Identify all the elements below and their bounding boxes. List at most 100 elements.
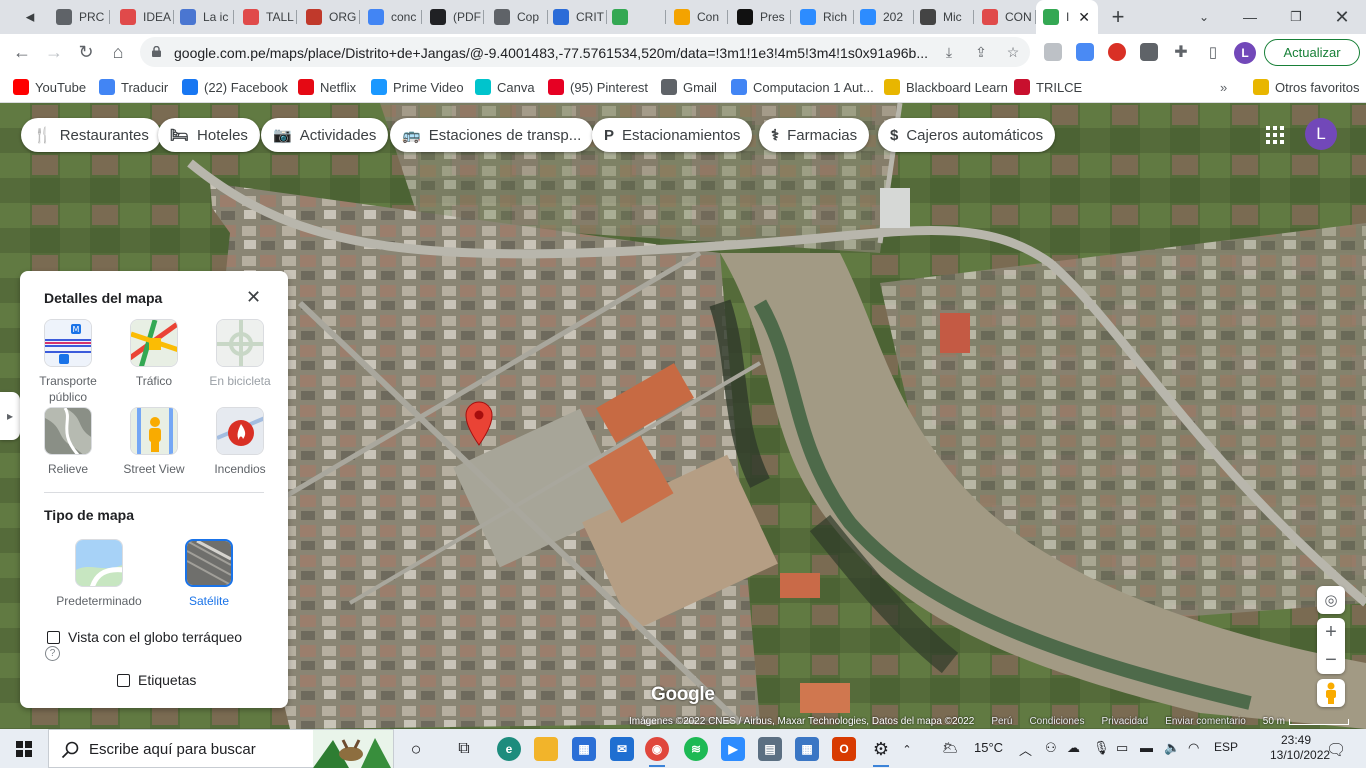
browser-tab[interactable]: Rich [793, 4, 851, 30]
bookmark-item[interactable]: Blackboard Learn [884, 77, 1008, 97]
browser-tab[interactable] [605, 4, 663, 30]
zoom-in-button[interactable]: + [1317, 618, 1345, 646]
screen-icon[interactable]: ▭ [1116, 740, 1128, 756]
lock-icon[interactable] [152, 46, 161, 57]
temperature-label[interactable]: 15°C [974, 740, 1003, 755]
google-apps-icon[interactable] [1266, 126, 1284, 144]
windows-start-icon[interactable] [16, 741, 32, 757]
volume-icon[interactable]: 🔈 [1164, 740, 1180, 756]
address-bar[interactable]: google.com.pe/maps/place/Distrito+de+Jan… [140, 37, 1030, 67]
calendar-icon[interactable]: ▦ [795, 737, 819, 761]
file-explorer-icon[interactable] [534, 737, 558, 761]
install-app-icon[interactable]: ⤓ [940, 43, 958, 61]
edge-icon[interactable]: e [497, 737, 521, 761]
privacy-link[interactable]: Privacidad [1101, 716, 1148, 727]
chrome-icon[interactable]: ◉ [645, 737, 669, 761]
onedrive-cloud-icon[interactable]: ☁ [1067, 740, 1080, 756]
bookmark-item[interactable]: TRILCE [1014, 77, 1082, 97]
bookmark-item[interactable]: YouTube [13, 77, 86, 97]
browser-tab[interactable]: Cop [487, 4, 545, 30]
translate-extension-icon[interactable] [1076, 43, 1094, 61]
people-icon[interactable]: ⚇ [1045, 740, 1057, 756]
browser-tab[interactable]: conc [361, 4, 419, 30]
close-tab-icon[interactable]: ✕ [1078, 9, 1090, 26]
layer-traffic[interactable]: Tráfico [110, 319, 198, 389]
browser-tab[interactable]: La ic [173, 4, 231, 30]
labels-checkbox[interactable]: Etiquetas [117, 672, 196, 688]
chip-hotels[interactable]: 🛏 Hoteles [158, 118, 260, 152]
help-icon[interactable]: ? [45, 646, 60, 661]
browser-tab[interactable]: Con [667, 4, 725, 30]
browser-tab[interactable]: CON [975, 4, 1033, 30]
wifi-icon[interactable]: ◠ [1188, 740, 1199, 756]
tab-search-icon[interactable]: ⌄ [1192, 5, 1216, 29]
browser-tab[interactable]: PRC [49, 4, 107, 30]
show-hidden-icons-chevron-icon[interactable]: ︿ [1019, 740, 1032, 759]
layer-transit[interactable]: M Transporte público [24, 319, 112, 405]
bookmark-item[interactable]: (95) Pinterest [548, 77, 648, 97]
store-icon[interactable]: ▦ [572, 737, 596, 761]
language-indicator[interactable]: ESP [1214, 740, 1238, 754]
taskbar-scroll-chevrons-icon[interactable]: ⌃ [899, 737, 915, 761]
more-bookmarks-chevron-icon[interactable]: » [1220, 77, 1227, 97]
office-icon[interactable]: O [832, 737, 856, 761]
notifications-icon[interactable]: 🗨 [1326, 740, 1346, 760]
reader-extension-icon[interactable] [1140, 43, 1158, 61]
browser-tab[interactable]: Mic [913, 4, 971, 30]
calculator-icon[interactable]: ▤ [758, 737, 782, 761]
my-location-icon[interactable]: ◎ [1317, 586, 1345, 614]
zoom-icon[interactable]: ▶ [721, 737, 745, 761]
spotify-icon[interactable]: ≋ [684, 737, 708, 761]
minimize-window-button[interactable]: — [1238, 5, 1262, 29]
terms-link[interactable]: Condiciones [1029, 716, 1084, 727]
update-button[interactable]: Actualizar [1264, 39, 1360, 66]
layer-street-view[interactable]: Street View [110, 407, 198, 477]
browser-tab[interactable]: ORG [299, 4, 357, 30]
browser-tab[interactable]: Pres [730, 4, 788, 30]
bookmark-item[interactable]: (22) Facebook [182, 77, 288, 97]
settings-gear-icon[interactable]: ⚙ [869, 737, 893, 761]
new-tab-button[interactable]: + [1106, 4, 1130, 29]
close-icon[interactable]: ✕ [246, 287, 261, 308]
bookmark-item[interactable]: Netflix [298, 77, 356, 97]
browser-tab[interactable]: 202 [853, 4, 911, 30]
bookmark-item[interactable]: Gmail [661, 77, 717, 97]
browser-tab[interactable]: CRIT [546, 4, 604, 30]
map-canvas[interactable]: 🍴 Restaurantes 🛏 Hoteles 📷 Actividades 🚌 Est… [0, 103, 1366, 729]
battery-icon[interactable]: ▬ [1140, 740, 1153, 755]
bookmark-item[interactable]: Canva [475, 77, 535, 97]
weather-icon[interactable]: 🌥 [942, 740, 959, 756]
browser-tab[interactable]: (PDF [423, 4, 481, 30]
scale-label[interactable]: 50 m [1263, 716, 1285, 727]
url-text[interactable]: google.com.pe/maps/place/Distrito+de+Jan… [174, 45, 934, 61]
map-type-satellite[interactable]: Satélite [164, 539, 254, 609]
bookmark-item[interactable]: Computacion 1 Aut... [731, 77, 874, 97]
system-clock[interactable]: 23:49 13/10/2022 [1270, 733, 1330, 763]
side-panel-icon[interactable]: ▯ [1200, 39, 1226, 65]
close-window-button[interactable]: ✕ [1330, 5, 1354, 29]
zoom-out-button[interactable]: − [1317, 646, 1345, 674]
chip-restaurants[interactable]: 🍴 Restaurantes [21, 118, 161, 152]
bookmark-star-icon[interactable]: ☆ [1004, 43, 1022, 61]
checkbox-box[interactable] [47, 630, 60, 644]
extension-icon[interactable] [1044, 43, 1062, 61]
account-avatar[interactable]: L [1305, 118, 1337, 150]
feedback-link[interactable]: Enviar comentario [1165, 716, 1246, 727]
bookmark-item[interactable]: Prime Video [371, 77, 464, 97]
reload-button[interactable]: ↻ [73, 39, 99, 65]
forward-button[interactable]: → [41, 39, 67, 65]
checkbox-box[interactable] [117, 673, 130, 687]
back-button[interactable]: ← [9, 39, 35, 65]
globe-view-checkbox[interactable]: Vista con el globo terráqueo [47, 629, 242, 645]
chip-atms[interactable]: $ Cajeros automáticos [878, 118, 1056, 152]
tab-search-back-icon[interactable]: ◂ [18, 5, 42, 29]
layer-terrain[interactable]: Relieve [24, 407, 112, 477]
mail-icon[interactable]: ✉ [610, 737, 634, 761]
layer-wildfires[interactable]: Incendios [196, 407, 284, 477]
pegman-icon[interactable] [1317, 679, 1345, 707]
map-type-default[interactable]: Predeterminado [54, 539, 144, 609]
extensions-puzzle-icon[interactable]: ✚ [1168, 39, 1194, 65]
country-link[interactable]: Perú [991, 716, 1012, 727]
home-button[interactable]: ⌂ [105, 39, 131, 65]
chip-pharmacies[interactable]: ⚕ Farmacias [759, 118, 870, 152]
